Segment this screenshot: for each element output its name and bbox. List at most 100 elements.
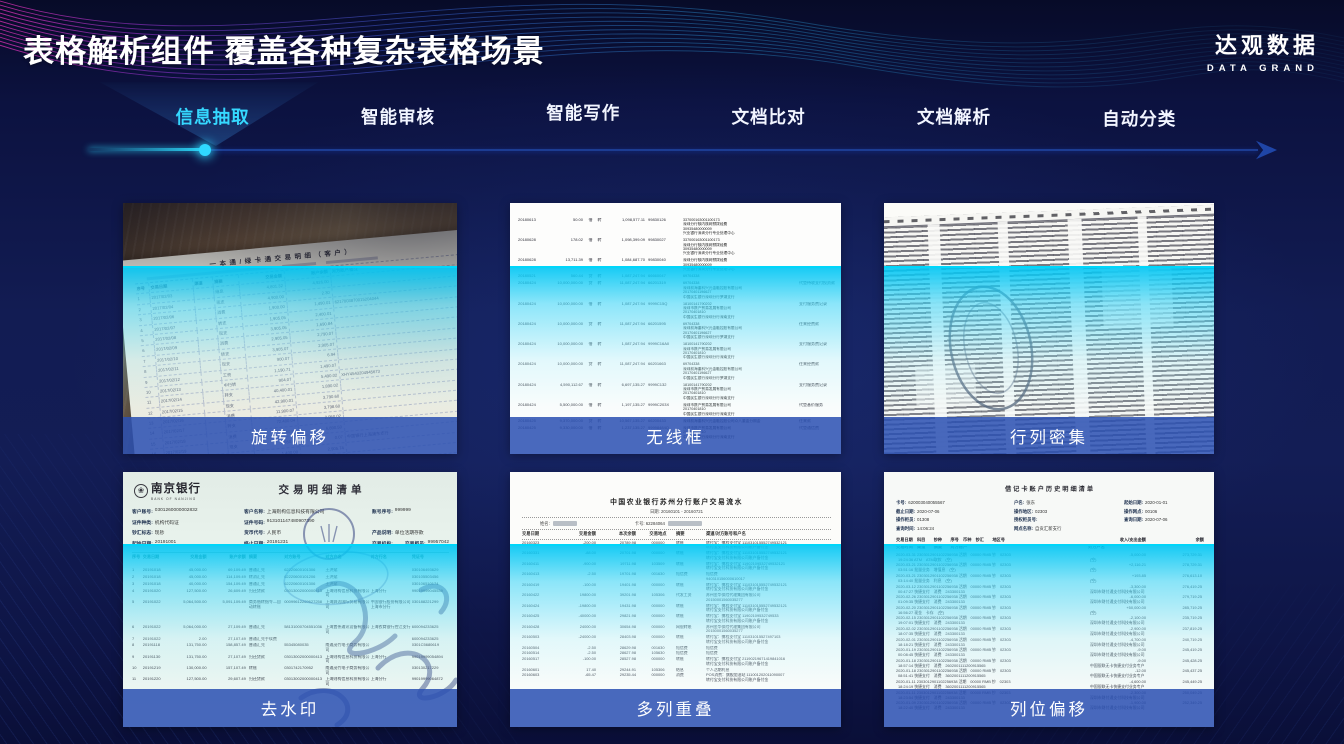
timeline-line	[204, 149, 1258, 151]
table-row: 7201910222.0027,107.49普通汇兑手续费60009423362…	[132, 637, 449, 642]
table-row: 1120191220127,500.0029,607.49归还贷款0301300…	[132, 677, 449, 686]
table-row: 20160419-100.0019401.98000000转账转付宝：携程支付宝…	[522, 583, 831, 592]
tab-smart-writing[interactable]: 智能写作	[491, 100, 676, 125]
doc-title: 借记卡账户历史明细清单	[896, 484, 1204, 493]
tab-info-extraction[interactable]: 信息抽取	[120, 104, 305, 129]
scenario-card-dense-grid: 行列密集	[884, 203, 1214, 454]
bank-name: 南京银行	[151, 483, 201, 495]
table-row: 820191118131,750.00158,857.49普通汇兑5534508…	[132, 643, 449, 652]
table-row: 20160413-2.5019701.98001630短信费短信费 940310…	[522, 572, 831, 581]
table-row: 20160503-24000.0028403.98000000转账转付宝：携程支…	[522, 635, 831, 644]
header-cell: 交易地点	[640, 531, 676, 537]
table-row: 2020-03-21 2303012901102256938 活期 00000 …	[896, 562, 1204, 572]
header-cell: 交易金额	[558, 531, 600, 537]
header-cell: 渠道/对方账号和户名	[706, 531, 831, 537]
field-line: 证件种类:机构代码证证件号码:913101147480907390	[132, 519, 449, 526]
header-cell: 对方户名	[325, 554, 370, 566]
table-row: 20160425-40000.0029821.98000000转账转付宝：携程支…	[522, 614, 831, 623]
scenario-card-watermark-removal: ❀ 南京银行 BANK OF NANJING 交易明细清单 客户账号:03012…	[123, 472, 457, 727]
scenario-label: 无线框	[510, 417, 841, 454]
table-row: 201804245,500,000.00借转1,197,135.279999C2…	[518, 403, 835, 416]
table-row: 2020-02-02 2303012901102256938 活期 00000 …	[896, 626, 1204, 636]
field-line: 客户账号:0301260000002832客户名称:上海则构信息科技有限公司账号…	[132, 508, 449, 515]
scenario-card-column-shift: 借记卡账户历史明细清单 卡号:620003040055567截止日期:2020-…	[884, 472, 1214, 727]
table-row: 2016042824000.0030654.98000000网银转账苏州金华保险…	[522, 625, 831, 634]
scenario-label: 列位偏移	[884, 689, 1214, 727]
header-cell: 摘要	[676, 531, 706, 537]
card-number-label: 卡号: 62284064	[635, 521, 665, 527]
table-row: 2020-01-18 2303012901102256938 活期 00000 …	[896, 668, 1204, 678]
table-row: 20160331-88.0020701.98000000转账转付宝：携程支付宝 …	[522, 551, 831, 560]
table-row: 22019101845,000.00114,109.49转消汇兑62220600…	[132, 575, 449, 580]
table-row: 20180521560.44贷转1,087,247.94666600476970…	[518, 274, 835, 279]
table-row: 2018042410,000,000.00贷转11,087,247.946620…	[518, 362, 835, 380]
tab-doc-compare[interactable]: 文档比对	[676, 104, 861, 129]
table-row: 20160514-2.5028627.98105630短信费短信费	[522, 651, 831, 656]
doc-title: 交易明细清单	[242, 482, 402, 497]
slide: 表格解析组件 覆盖各种复杂表格场景 达观数据 DATA GRAND 信息抽取 智…	[0, 0, 1344, 744]
header-field-column: 起始日期:2020-01-01操作网点:00106查询日期:2020-07-06	[1124, 500, 1204, 532]
timeline-active-segment	[88, 148, 206, 151]
doc-subtitle: 日期: 20160101 - 20160721	[522, 509, 831, 518]
table-row: 20160411-900.0019711.98103509转账转付宝：携程支付宝…	[522, 562, 831, 571]
tab-auto-classify[interactable]: 自动分类	[1047, 106, 1232, 131]
scenario-label: 旋转偏移	[123, 417, 457, 454]
redaction-box	[668, 521, 702, 526]
module-tabs: 信息抽取 智能审核 智能写作 文档比对 文档解析 自动分类	[120, 104, 1232, 129]
table-row: 2020-02-20 2303012901102256938 活期 00000 …	[896, 605, 1204, 615]
table-row: 2018042410,000,000.00贷转11,087,247.946620…	[518, 322, 835, 340]
header-cell: 本次余额	[600, 531, 640, 537]
table-row: 201804244,590,112.67借转6,697,135.279999C1…	[518, 383, 835, 401]
timeline-dot	[199, 144, 211, 156]
header-cell: 对方账号	[284, 554, 325, 566]
table-row: 2020-02-01 2303012901102256938 活期 00000 …	[896, 637, 1204, 647]
brand-logo-en: DATA GRAND	[1207, 63, 1319, 74]
bank-logo: ❀ 南京银行 BANK OF NANJING	[134, 480, 201, 501]
doc-title: 中国农业银行苏州分行账户交易流水	[522, 496, 831, 506]
bank-logo-icon: ❀	[134, 484, 148, 498]
table-row: 2018062813,711.39借转1,084,687.7099830040深…	[518, 258, 835, 271]
tab-smart-review[interactable]: 智能审核	[305, 104, 490, 129]
table-row: 20180628178.02借转1,098,399.09998300273370…	[518, 238, 835, 256]
table-row: 2020-03-21 2303012901102256938 活期 00000 …	[896, 573, 1204, 583]
table-row: 20160504-2.5028629.98001630短信费短信费	[522, 646, 831, 651]
table-row: 2020-01-18 2303012901102256938 活期 00000 …	[896, 658, 1204, 668]
header-field-column: 户名:张东操作地区:02303授权柜员号:网点名称:自贡汇新支行	[1014, 500, 1124, 532]
table-row: 2018061350.00借转1,098,577.119983012633700…	[518, 218, 835, 236]
table-row: 2020-01-19 2303012901102256938 活期 00000 …	[896, 647, 1204, 657]
brand-logo-cn: 达观数据	[1207, 28, 1319, 60]
field-line: 起始日期:20191001终止日期:20191231交易机构:交易柜员:9995…	[132, 540, 449, 547]
table-row: 5201910225,064,500.005,091,109.49商务借转指令—…	[132, 600, 449, 623]
table-row: 920191130131,750.0027,107.49归还贷款03013002…	[132, 655, 449, 664]
table-row: 20160603-65.4729235.44000000消费POS消费：旗舰加油…	[522, 673, 831, 682]
header-cell: 交易日期	[522, 531, 558, 537]
table-row: 20160517-100.0028527.98000000转账转付宝：携程支付宝…	[522, 657, 831, 666]
tab-doc-parsing[interactable]: 文档解析	[861, 104, 1046, 129]
table-row: 2018042410,000,000.00借转1,087,247.949999C…	[518, 302, 835, 320]
table-header-row: 交易时间 渠道 摘要 对方账户 对方户名	[896, 544, 1204, 550]
doc-meta-line: 姓名: 卡号: 62284064	[522, 520, 831, 530]
table-row: 2016060117.4029244.91105306结息个人活期利息	[522, 668, 831, 673]
scenario-label: 行列密集	[884, 417, 1214, 454]
scenario-label: 去水印	[123, 689, 457, 727]
table-row: 2018042410,000,000.00贷转11,087,247.946620…	[518, 281, 835, 299]
table-header-row: 序号交易日期交易金额账户余额摘要对方账号对方户名对方行名凭证号备注	[132, 552, 449, 567]
table-row: 2020-03-31 2303012901102256938 活期 00000 …	[896, 552, 1204, 562]
scenario-label: 多列重叠	[510, 689, 841, 727]
scenario-card-borderless: 2018061350.00借转1,098,577.119983012633700…	[510, 203, 841, 454]
oval-stamp-icon	[936, 273, 1046, 423]
name-label: 姓名:	[540, 521, 550, 527]
header-cell: 账户余额	[210, 554, 249, 566]
table-row: 6201910225,064,000.0027,109.49普通汇兑581310…	[132, 625, 449, 634]
field-line: 钞汇标志:现钞货币代号:人民币产品说明:单位活期存款	[132, 529, 449, 536]
scenario-card-rotation-offset: 一本通/绿卡通交易明细（客户） 序号交易日期渠道摘要交易金额账户余额对方账户/备…	[123, 203, 457, 454]
header-field-column: 卡号:620003040055567截止日期:2020-07-06操作柜员:01…	[896, 500, 1014, 532]
header-cell: 交易金额	[172, 554, 209, 566]
header-cell: 摘要	[249, 554, 284, 566]
header-cell: 交易日期	[143, 554, 172, 566]
header-cell: 序号	[132, 554, 143, 566]
table-row: 12019101845,000.0069,109.49普通汇兑622206001…	[132, 568, 449, 573]
table-row: 20160424-19800.0019431.98000000转账转付宝：携程支…	[522, 604, 831, 613]
table-row: 420191020127,500.0026,609.49归还贷款03013002…	[132, 589, 449, 598]
table-row: 2016042219800.0039201.98105306代发工资苏州金华保险…	[522, 593, 831, 602]
